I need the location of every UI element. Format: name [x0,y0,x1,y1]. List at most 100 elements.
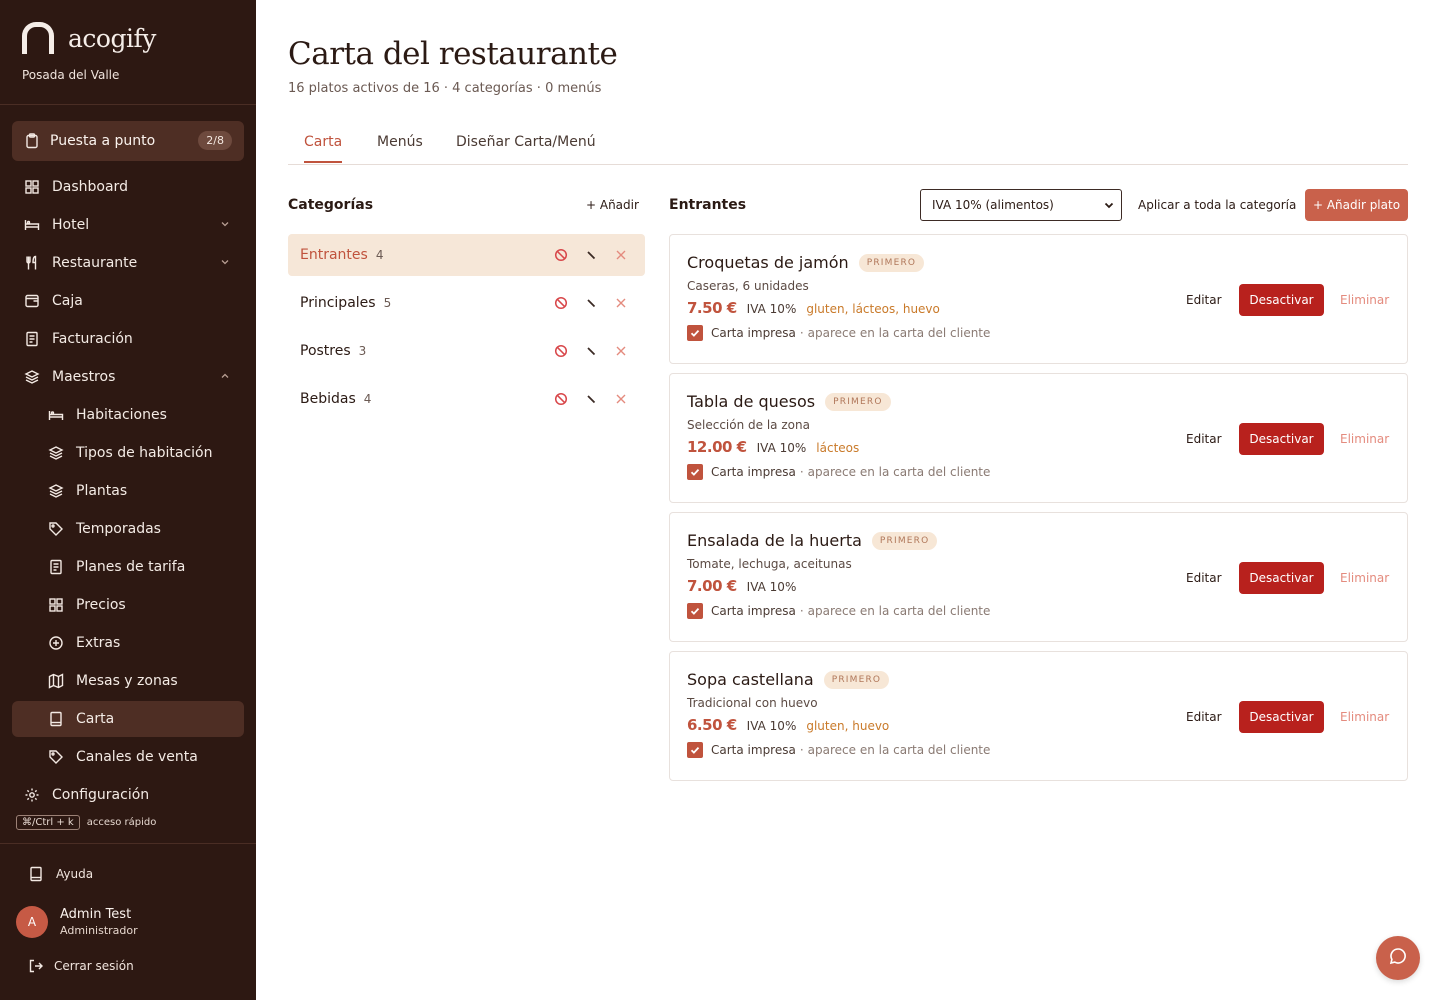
nav-facturacion[interactable]: Facturación [12,321,244,357]
dish-name: Tabla de quesos [687,392,816,411]
tag-icon [48,521,64,537]
nav-label: Dashboard [52,179,128,195]
tag-icon [48,749,64,765]
grid-icon [48,597,64,613]
setup-progress-button[interactable]: Puesta a punto 2/8 [12,121,244,161]
tab-menus[interactable]: Menús [377,134,423,161]
nav-configuracion[interactable]: Configuración [12,777,244,813]
nav-label: Carta [76,711,115,727]
nav-hotel[interactable]: Hotel [12,207,244,243]
add-category-button[interactable]: + Añadir [586,198,639,212]
nav-caja[interactable]: Caja [12,283,244,319]
nav-temporadas[interactable]: Temporadas [12,511,244,547]
nav-planes-tarifa[interactable]: Planes de tarifa [12,549,244,585]
printed-menu-hint: aparece en la carta del cliente [807,743,991,757]
delete-x-icon[interactable] [613,391,629,407]
edit-dish-button[interactable]: Editar [1186,293,1222,307]
delete-x-icon[interactable] [613,295,629,311]
nav-label: Canales de venta [76,749,198,765]
dish-description: Selección de la zona [687,418,810,432]
edit-pencil-icon[interactable] [583,391,599,407]
chevron-down-icon [1103,199,1115,214]
edit-pencil-icon[interactable] [583,343,599,359]
printed-menu-hint: aparece en la carta del cliente [807,465,991,479]
printed-menu-checkbox[interactable] [687,742,703,758]
delete-x-icon[interactable] [613,343,629,359]
printed-menu-label: Carta impresa [711,326,796,340]
category-count: 4 [363,392,372,406]
tab-bar: Carta Menús Diseñar Carta/Menú [288,124,1408,165]
nav-label: Hotel [52,217,90,233]
nav-mesas-zonas[interactable]: Mesas y zonas [12,663,244,699]
dish-iva: IVA 10% [756,441,807,455]
delete-dish-button[interactable]: Eliminar [1340,432,1389,446]
dish-description: Caseras, 6 unidades [687,279,809,293]
deactivate-dish-button[interactable]: Desactivar [1239,423,1324,455]
nav-extras[interactable]: Extras [12,625,244,661]
wallet-icon [24,293,40,309]
sidebar: acogify Posada del Valle Puesta a punto … [0,0,256,1000]
avatar: A [16,906,48,938]
invoice-icon [24,331,40,347]
delete-dish-button[interactable]: Eliminar [1340,571,1389,585]
edit-dish-button[interactable]: Editar [1186,571,1222,585]
disable-icon[interactable] [553,343,569,359]
category-actions [539,247,629,263]
category-row[interactable]: Entrantes 4 [288,234,645,276]
disable-icon[interactable] [553,247,569,263]
disable-icon[interactable] [553,295,569,311]
nav-plantas[interactable]: Plantas [12,473,244,509]
deactivate-dish-button[interactable]: Desactivar [1239,701,1324,733]
iva-select-value: IVA 10% (alimentos) [932,198,1054,212]
category-name: Principales [300,295,376,311]
printed-menu-checkbox[interactable] [687,325,703,341]
user-profile[interactable]: A Admin Test Administrador [16,906,138,938]
clipboard-icon [24,133,40,149]
nav-maestros[interactable]: Maestros [12,359,244,395]
nav-canales-venta[interactable]: Canales de venta [12,739,244,775]
tab-carta[interactable]: Carta [304,134,343,163]
add-dish-button[interactable]: + Añadir plato [1305,189,1408,221]
deactivate-dish-button[interactable]: Desactivar [1239,562,1324,594]
edit-dish-button[interactable]: Editar [1186,710,1222,724]
deactivate-dish-button[interactable]: Desactivar [1239,284,1324,316]
chat-button[interactable] [1376,936,1420,980]
printed-menu-checkbox[interactable] [687,603,703,619]
course-badge: PRIMERO [823,670,890,689]
nav-label: Plantas [76,483,128,499]
category-row[interactable]: Postres 3 [288,330,645,372]
edit-pencil-icon[interactable] [583,295,599,311]
shortcut-label: acceso rápido [86,817,157,828]
nav-tipos-habitacion[interactable]: Tipos de habitación [12,435,244,471]
printed-menu-checkbox[interactable] [687,464,703,480]
nav-dashboard[interactable]: Dashboard [12,169,244,205]
nav-habitaciones[interactable]: Habitaciones [12,397,244,433]
dish-card: Tabla de quesos PRIMERO Selección de la zo… [669,373,1408,503]
dish-iva: IVA 10% [746,719,797,733]
help-link[interactable]: Ayuda [28,866,93,882]
tab-disenar[interactable]: Diseñar Carta/Menú [456,134,596,161]
edit-pencil-icon[interactable] [583,247,599,263]
edit-dish-button[interactable]: Editar [1186,432,1222,446]
disable-icon[interactable] [553,391,569,407]
user-name: Admin Test [60,907,132,922]
category-row[interactable]: Bebidas 4 [288,378,645,420]
category-row[interactable]: Principales 5 [288,282,645,324]
delete-dish-button[interactable]: Eliminar [1340,710,1389,724]
nav-restaurante[interactable]: Restaurante [12,245,244,281]
bed-icon [24,217,40,233]
delete-dish-button[interactable]: Eliminar [1340,293,1389,307]
nav-precios[interactable]: Precios [12,587,244,623]
nav-carta[interactable]: Carta [12,701,244,737]
category-name: Bebidas [300,391,356,407]
document-icon [48,559,64,575]
iva-select[interactable]: IVA 10% (alimentos) [920,189,1122,221]
apply-to-category-button[interactable]: Aplicar a toda la categoría [1138,198,1296,212]
nav-label: Maestros [52,369,116,385]
logout-button[interactable]: Cerrar sesión [28,958,134,974]
course-badge: PRIMERO [858,253,925,272]
delete-x-icon[interactable] [613,247,629,263]
chevron-up-icon [220,371,230,384]
brand-logo[interactable]: acogify [22,22,156,54]
separator: · [799,743,804,757]
